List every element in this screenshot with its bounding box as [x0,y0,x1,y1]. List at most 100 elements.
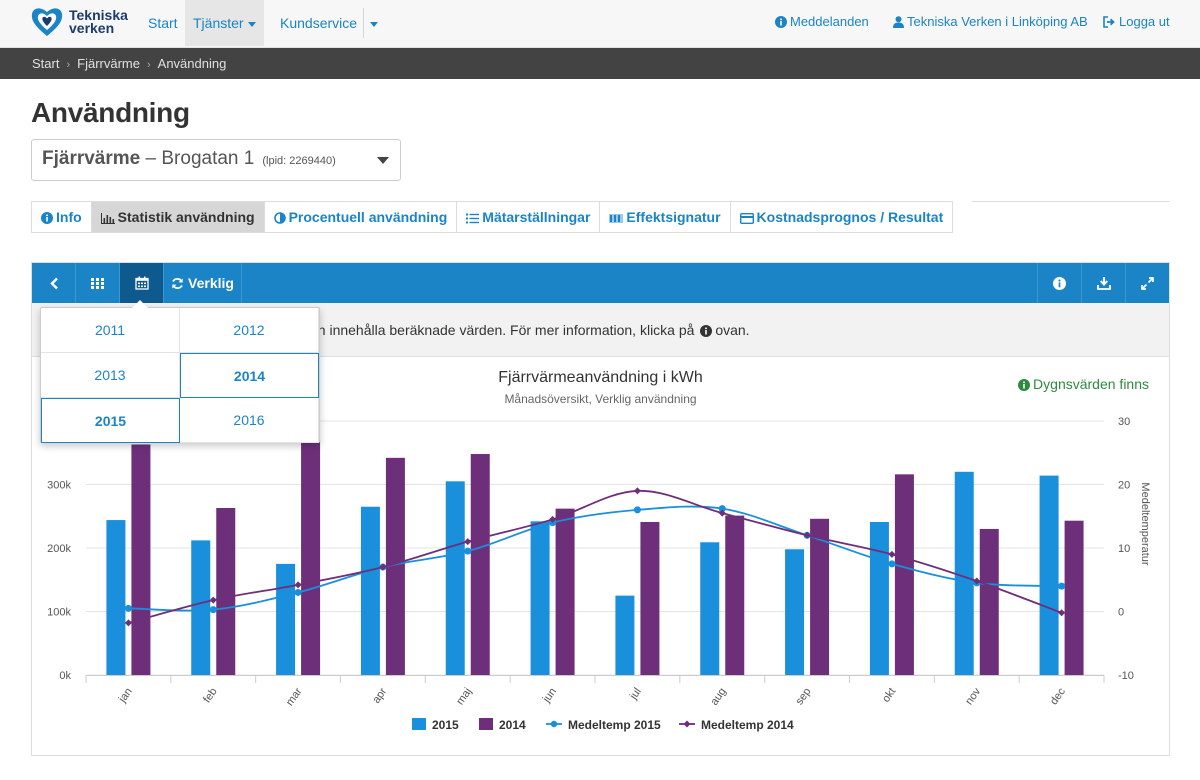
tab-procentuell[interactable]: Procentuell användning [263,201,457,233]
month-grid-button[interactable] [76,263,120,303]
facility-type: Fjärrvärme [42,148,141,169]
bar-2014-jun [555,508,575,675]
user-icon [893,16,904,28]
x-tick-label: apr [370,686,389,706]
bar-2015-feb [191,540,211,675]
nav-company[interactable]: Tekniska Verken i Linköping AB [893,0,1088,46]
legend-marker [550,720,558,728]
point-Medeltemp-2015-dec [1058,582,1066,590]
dygnsvarden-link[interactable]: Dygnsvärden finns [1018,376,1149,392]
list-icon [466,213,480,224]
year-option-2011[interactable]: 2011 [41,308,180,353]
x-tick-label: dec [1048,685,1068,707]
breadcrumb-start[interactable]: Start [32,56,59,71]
chart-toolbar: Verklig [32,263,1169,303]
dygnsvarden-label: Dygnsvärden finns [1033,376,1149,392]
point-Medeltemp-2015-jan [124,604,132,612]
page-title: Användning [31,97,190,128]
line-Medeltemp-2014 [128,489,1062,624]
nav-tjanster[interactable]: Tjänster [185,0,264,46]
tabs: Info Statistik användning Procentuell an… [31,201,954,233]
tab-effektsignatur[interactable]: Effektsignatur [599,201,730,233]
y-tick-label: 0k [59,670,71,682]
year-option-2012[interactable]: 2012 [180,308,319,353]
nav-meddelanden[interactable]: Meddelanden [775,0,869,46]
chevron-down-icon [247,21,256,27]
tab-statistik[interactable]: Statistik användning [90,201,264,233]
bar-2015-nov [954,471,974,675]
facility-id: (lpid: 2269440) [262,155,336,167]
nav-logout[interactable]: Logga ut [1103,0,1170,46]
tab-matarstallningar[interactable]: Mätarställningar [456,201,600,233]
calendar-icon [134,276,149,290]
point-Medeltemp-2015-mar [294,588,302,596]
year-option-2014[interactable]: 2014 [180,353,319,398]
nav-start-label: Start [148,15,178,31]
point-Medeltemp-2014-mar [294,581,302,589]
chevron-down-icon [370,21,378,27]
y2-axis-label: Medeltemperatur [1139,482,1151,565]
point-Medeltemp-2014-feb [209,596,217,604]
tab-info[interactable]: Info [31,201,91,233]
sign-out-icon [1103,16,1115,28]
back-button[interactable] [32,263,76,303]
bar-2015-sep [785,549,805,675]
legend-label: 2014 [499,718,526,732]
breadcrumb-fjarrvarme[interactable]: Fjärrvärme [77,56,140,71]
info-circle-icon [1053,276,1066,290]
bar-chart-icon [100,213,115,224]
y2-tick-label: -10 [1118,670,1134,682]
download-button[interactable] [1081,263,1125,303]
tab-info-label: Info [56,209,82,225]
bar-2014-dec [1064,520,1084,675]
tab-kostnadsprognos[interactable]: Kostnadsprognos / Resultat [729,201,954,233]
legend-label: Medeltemp 2014 [701,718,794,732]
verklig-toggle-button[interactable]: Verklig [164,263,242,303]
x-tick-label: jan [116,686,135,706]
breadcrumb-current: Användning [157,56,227,71]
fullscreen-button[interactable] [1125,263,1169,303]
adjust-icon [273,212,286,224]
legend-swatch [412,718,426,730]
tab-effektsignatur-label: Effektsignatur [626,209,721,225]
brand-logo[interactable]: Tekniska verken [30,6,128,38]
breadcrumb-separator: › [146,59,151,71]
bar-2014-okt [894,474,914,675]
legend-label: Medeltemp 2015 [568,718,661,732]
point-Medeltemp-2014-dec [1058,609,1066,617]
point-Medeltemp-2014-okt [888,550,896,558]
point-Medeltemp-2014-maj [464,538,472,546]
top-navbar: Tekniska verken Start Tjänster Kundservi… [0,0,1200,48]
year-option-2013[interactable]: 2013 [41,353,180,398]
popover-arrow [132,300,148,308]
x-tick-label: aug [708,686,728,708]
credit-card-icon [739,213,754,224]
tabs-divider [972,201,1170,202]
info-notice-tail: ovan. [715,322,750,338]
chart-info-button[interactable] [1037,263,1081,303]
facility-dash: – [145,148,157,169]
info-circle-icon [775,16,787,28]
facility-select[interactable]: Fjärrvärme – Brogatan 1 (lpid: 2269440) [31,139,401,181]
chevron-left-icon [49,277,58,289]
bar-2015-jul [615,595,635,675]
nav-start[interactable]: Start [141,0,185,46]
point-Medeltemp-2015-feb [209,606,217,614]
bar-2014-aug [725,515,745,675]
bar-2014-nov [979,528,999,675]
bar-2014-maj [470,454,490,675]
download-icon [1096,277,1111,290]
nav-logout-label: Logga ut [1119,14,1170,29]
signature-icon [609,214,624,223]
year-option-2015[interactable]: 2015 [41,398,180,443]
grid-icon [91,277,104,289]
tab-statistik-label: Statistik användning [117,209,255,225]
expand-icon [1141,276,1154,290]
bar-2014-mar [301,440,321,675]
nav-kundservice[interactable]: Kundservice [273,0,364,46]
tab-kostnadsprognos-label: Kostnadsprognos / Resultat [756,209,944,225]
bar-2015-okt [869,521,889,675]
year-option-2016[interactable]: 2016 [180,398,319,443]
calendar-button[interactable] [120,263,164,303]
nav-kundservice-dropdown[interactable] [363,8,382,38]
